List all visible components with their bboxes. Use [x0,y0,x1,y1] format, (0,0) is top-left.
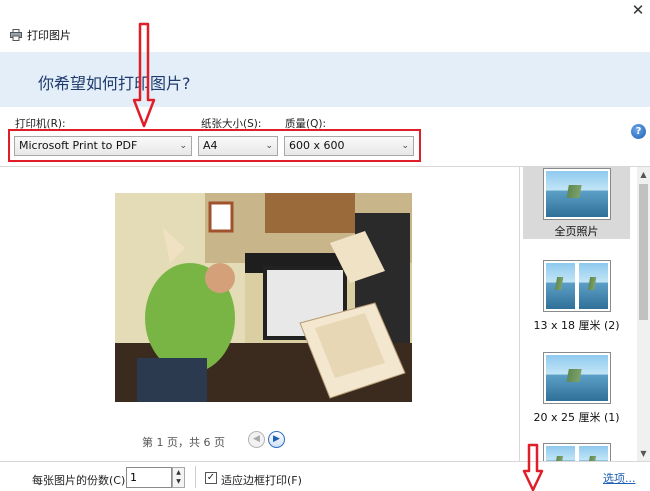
layout-thumbnail [543,352,611,404]
close-button[interactable]: ✕ [626,0,650,22]
previous-page-button[interactable]: ◀ [248,431,265,448]
next-page-button[interactable]: ▶ [268,431,285,448]
scroll-down-icon[interactable]: ▼ [637,446,650,461]
photo-preview-image [115,193,412,402]
window-title: 打印图片 [27,29,71,42]
copies-input[interactable] [126,467,172,488]
fit-to-frame-checkbox[interactable]: ✓ [205,472,217,484]
page-indicator: 第 1 页，共 6 页 [142,436,225,449]
layout-thumbnail [543,443,611,461]
copies-stepper[interactable]: ▲ ▼ [172,467,185,488]
layout-item-20x25[interactable]: 20 x 25 厘米 (1) [523,350,630,425]
options-link[interactable]: 选项... [603,470,636,486]
divider [519,166,520,461]
title-bar: 打印图片 [10,26,71,44]
layout-item-full-page[interactable]: 全页照片 [523,167,630,239]
layout-label: 13 x 18 厘米 (2) [533,319,620,332]
scroll-up-icon[interactable]: ▲ [637,167,650,182]
layout-scrollbar[interactable]: ▲ ▼ [637,167,650,461]
annotation-highlight-box [8,129,421,162]
fit-to-frame-label: 适应边框打印(F) [221,474,302,487]
divider [0,461,650,462]
annotation-arrow-down-icon [522,443,544,491]
help-icon[interactable]: ? [631,124,646,139]
layout-label: 20 x 25 厘米 (1) [533,411,620,424]
photo-preview [115,193,412,402]
layout-item-13x18[interactable]: 13 x 18 厘米 (2) [523,258,630,333]
printer-icon [10,29,22,41]
divider [195,466,196,488]
layout-label: 全页照片 [554,225,599,238]
layout-thumbnail [543,260,611,312]
stepper-down-icon[interactable]: ▼ [173,477,184,486]
copies-label: 每张图片的份数(C): [32,474,129,487]
layout-thumbnail [543,168,611,220]
page-title: 你希望如何打印图片? [38,74,191,93]
annotation-arrow-down-icon [132,22,156,128]
scrollbar-thumb[interactable] [639,184,648,320]
stepper-up-icon[interactable]: ▲ [173,468,184,477]
